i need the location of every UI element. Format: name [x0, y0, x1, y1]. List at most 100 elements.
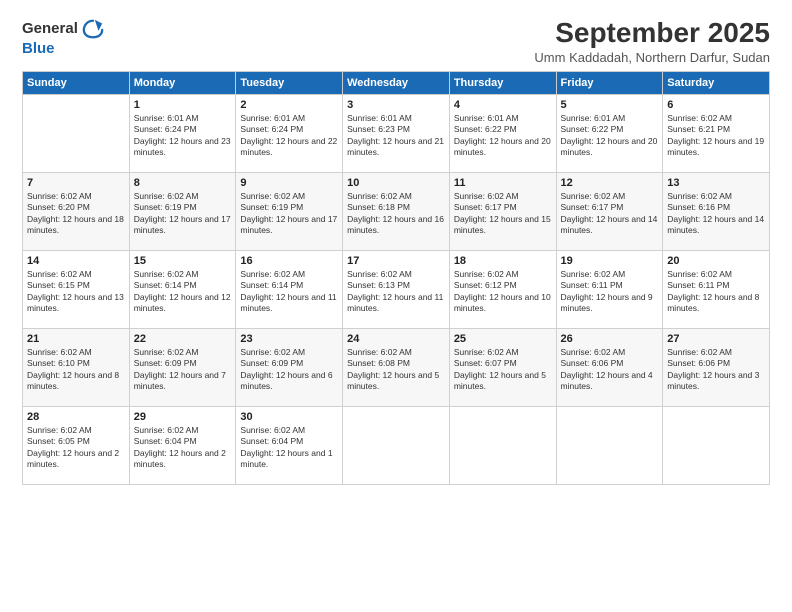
- day-number: 25: [454, 333, 552, 345]
- calendar-cell: 7Sunrise: 6:02 AMSunset: 6:20 PMDaylight…: [23, 172, 130, 250]
- cell-info: Sunrise: 6:02 AMSunset: 6:19 PMDaylight:…: [240, 191, 337, 235]
- cell-info: Sunrise: 6:01 AMSunset: 6:22 PMDaylight:…: [561, 113, 658, 157]
- day-number: 12: [561, 177, 659, 189]
- calendar-cell: 29Sunrise: 6:02 AMSunset: 6:04 PMDayligh…: [129, 406, 236, 484]
- day-number: 16: [240, 255, 338, 267]
- calendar-cell: 3Sunrise: 6:01 AMSunset: 6:23 PMDaylight…: [343, 94, 450, 172]
- day-number: 21: [27, 333, 125, 345]
- day-number: 23: [240, 333, 338, 345]
- header-area: General Blue September 2025 Umm Kaddadah…: [22, 18, 770, 65]
- calendar-cell: 20Sunrise: 6:02 AMSunset: 6:11 PMDayligh…: [663, 250, 770, 328]
- cell-info: Sunrise: 6:02 AMSunset: 6:17 PMDaylight:…: [561, 191, 658, 235]
- calendar-cell: 5 Sunrise: 6:01 AMSunset: 6:22 PMDaylight…: [556, 94, 663, 172]
- calendar-cell: 12 Sunrise: 6:02 AMSunset: 6:17 PMDayligh…: [556, 172, 663, 250]
- cell-info: Sunrise: 6:02 AMSunset: 6:11 PMDaylight:…: [561, 269, 653, 313]
- cell-info: Sunrise: 6:02 AMSunset: 6:18 PMDaylight:…: [347, 191, 444, 235]
- day-number: 10: [347, 177, 445, 189]
- cell-info: Sunrise: 6:02 AMSunset: 6:12 PMDaylight:…: [454, 269, 551, 313]
- day-number: 7: [27, 177, 125, 189]
- col-monday: Monday: [129, 71, 236, 94]
- calendar-cell: [449, 406, 556, 484]
- calendar-cell: 8 Sunrise: 6:02 AMSunset: 6:19 PMDaylight…: [129, 172, 236, 250]
- calendar-cell: 27 Sunrise: 6:02 AMSunset: 6:06 PMDayligh…: [663, 328, 770, 406]
- calendar-cell: 6 Sunrise: 6:02 AMSunset: 6:21 PMDaylight…: [663, 94, 770, 172]
- cell-info: Sunrise: 6:02 AMSunset: 6:06 PMDaylight:…: [561, 347, 653, 391]
- day-number: 8: [134, 177, 232, 189]
- week-row-4: 28Sunrise: 6:02 AMSunset: 6:05 PMDayligh…: [23, 406, 770, 484]
- day-number: 29: [134, 411, 232, 423]
- cell-info: Sunrise: 6:02 AMSunset: 6:19 PMDaylight:…: [134, 191, 231, 235]
- cell-info: Sunrise: 6:02 AMSunset: 6:07 PMDaylight:…: [454, 347, 546, 391]
- calendar-cell: 23 Sunrise: 6:02 AMSunset: 6:09 PMDayligh…: [236, 328, 343, 406]
- calendar-cell: 21Sunrise: 6:02 AMSunset: 6:10 PMDayligh…: [23, 328, 130, 406]
- day-number: 22: [134, 333, 232, 345]
- day-number: 1: [134, 99, 232, 111]
- calendar-cell: 30Sunrise: 6:02 AMSunset: 6:04 PMDayligh…: [236, 406, 343, 484]
- calendar-cell: 19Sunrise: 6:02 AMSunset: 6:11 PMDayligh…: [556, 250, 663, 328]
- calendar-cell: 28Sunrise: 6:02 AMSunset: 6:05 PMDayligh…: [23, 406, 130, 484]
- day-number: 28: [27, 411, 125, 423]
- calendar-cell: [556, 406, 663, 484]
- day-number: 26: [561, 333, 659, 345]
- cell-info: Sunrise: 6:02 AMSunset: 6:06 PMDaylight:…: [667, 347, 759, 391]
- day-number: 3: [347, 99, 445, 111]
- calendar-cell: [23, 94, 130, 172]
- calendar-cell: [663, 406, 770, 484]
- cell-info: Sunrise: 6:01 AMSunset: 6:22 PMDaylight:…: [454, 113, 551, 157]
- calendar-cell: 9Sunrise: 6:02 AMSunset: 6:19 PMDaylight…: [236, 172, 343, 250]
- col-thursday: Thursday: [449, 71, 556, 94]
- day-number: 5: [561, 99, 659, 111]
- calendar-cell: 18 Sunrise: 6:02 AMSunset: 6:12 PMDayligh…: [449, 250, 556, 328]
- week-row-0: 1 Sunrise: 6:01 AMSunset: 6:24 PMDaylight…: [23, 94, 770, 172]
- cell-info: Sunrise: 6:02 AMSunset: 6:21 PMDaylight:…: [667, 113, 764, 157]
- week-row-1: 7Sunrise: 6:02 AMSunset: 6:20 PMDaylight…: [23, 172, 770, 250]
- day-number: 2: [240, 99, 338, 111]
- calendar-cell: 10 Sunrise: 6:02 AMSunset: 6:18 PMDayligh…: [343, 172, 450, 250]
- calendar-cell: 24Sunrise: 6:02 AMSunset: 6:08 PMDayligh…: [343, 328, 450, 406]
- cell-info: Sunrise: 6:02 AMSunset: 6:14 PMDaylight:…: [240, 269, 336, 313]
- calendar-table: Sunday Monday Tuesday Wednesday Thursday…: [22, 71, 770, 485]
- col-saturday: Saturday: [663, 71, 770, 94]
- day-number: 17: [347, 255, 445, 267]
- calendar-cell: 4 Sunrise: 6:01 AMSunset: 6:22 PMDaylight…: [449, 94, 556, 172]
- calendar-cell: 2 Sunrise: 6:01 AMSunset: 6:24 PMDaylight…: [236, 94, 343, 172]
- header-row: Sunday Monday Tuesday Wednesday Thursday…: [23, 71, 770, 94]
- day-number: 18: [454, 255, 552, 267]
- calendar-cell: 17 Sunrise: 6:02 AMSunset: 6:13 PMDayligh…: [343, 250, 450, 328]
- day-number: 6: [667, 99, 765, 111]
- day-number: 13: [667, 177, 765, 189]
- cell-info: Sunrise: 6:02 AMSunset: 6:16 PMDaylight:…: [667, 191, 764, 235]
- day-number: 14: [27, 255, 125, 267]
- day-number: 24: [347, 333, 445, 345]
- day-number: 30: [240, 411, 338, 423]
- calendar-cell: 13 Sunrise: 6:02 AMSunset: 6:16 PMDayligh…: [663, 172, 770, 250]
- week-row-2: 14Sunrise: 6:02 AMSunset: 6:15 PMDayligh…: [23, 250, 770, 328]
- week-row-3: 21Sunrise: 6:02 AMSunset: 6:10 PMDayligh…: [23, 328, 770, 406]
- logo: General Blue: [22, 18, 104, 58]
- title-area: September 2025 Umm Kaddadah, Northern Da…: [534, 18, 770, 65]
- logo-general: General: [22, 21, 78, 38]
- day-number: 20: [667, 255, 765, 267]
- day-number: 27: [667, 333, 765, 345]
- col-sunday: Sunday: [23, 71, 130, 94]
- logo-blue: Blue: [22, 40, 55, 57]
- cell-info: Sunrise: 6:01 AMSunset: 6:24 PMDaylight:…: [240, 113, 337, 157]
- cell-info: Sunrise: 6:02 AMSunset: 6:14 PMDaylight:…: [134, 269, 231, 313]
- cell-info: Sunrise: 6:01 AMSunset: 6:24 PMDaylight:…: [134, 113, 231, 157]
- calendar-cell: 14Sunrise: 6:02 AMSunset: 6:15 PMDayligh…: [23, 250, 130, 328]
- month-title: September 2025: [534, 18, 770, 49]
- calendar-cell: 22 Sunrise: 6:02 AMSunset: 6:09 PMDayligh…: [129, 328, 236, 406]
- location-subtitle: Umm Kaddadah, Northern Darfur, Sudan: [534, 50, 770, 65]
- col-tuesday: Tuesday: [236, 71, 343, 94]
- cell-info: Sunrise: 6:02 AMSunset: 6:17 PMDaylight:…: [454, 191, 551, 235]
- calendar-cell: 1 Sunrise: 6:01 AMSunset: 6:24 PMDaylight…: [129, 94, 236, 172]
- calendar-cell: 11 Sunrise: 6:02 AMSunset: 6:17 PMDayligh…: [449, 172, 556, 250]
- cell-info: Sunrise: 6:02 AMSunset: 6:09 PMDaylight:…: [240, 347, 332, 391]
- calendar-cell: 16 Sunrise: 6:02 AMSunset: 6:14 PMDayligh…: [236, 250, 343, 328]
- day-number: 11: [454, 177, 552, 189]
- day-number: 4: [454, 99, 552, 111]
- cell-info: Sunrise: 6:02 AMSunset: 6:13 PMDaylight:…: [347, 269, 443, 313]
- calendar-cell: [343, 406, 450, 484]
- cell-info: Sunrise: 6:02 AMSunset: 6:09 PMDaylight:…: [134, 347, 226, 391]
- day-number: 15: [134, 255, 232, 267]
